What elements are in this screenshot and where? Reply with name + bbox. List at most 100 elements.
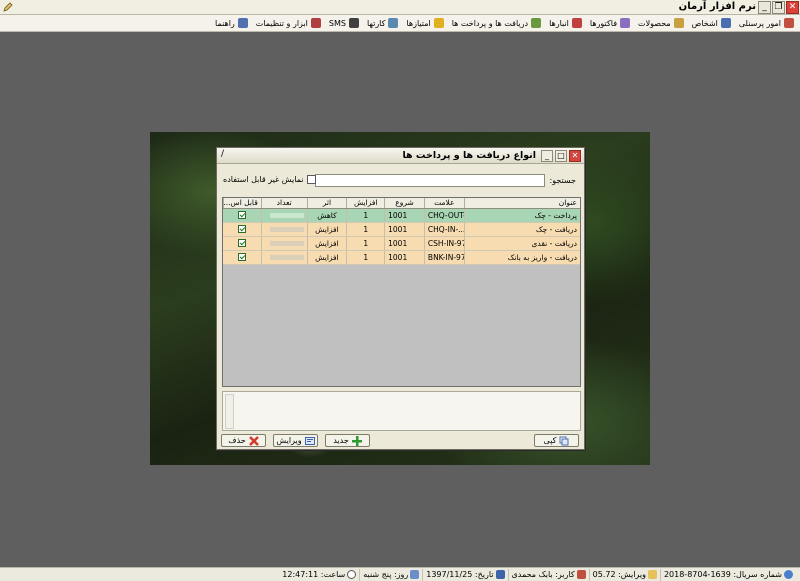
cell-usable[interactable] (223, 209, 261, 222)
cell-increment[interactable]: 1 (346, 209, 384, 222)
table-row[interactable]: دریافت - نقدیCSH-IN-97-10011افزایش (223, 237, 580, 251)
cell-title[interactable]: دریافت - واریز به بانک (463, 251, 580, 264)
table-row[interactable]: دریافت - چک CHQ-IN-... 1001 1 افزایش (223, 223, 580, 237)
show-unused-toggle[interactable]: نمایش غیر قابل استفاده (223, 175, 317, 184)
count-placeholder-bar (269, 241, 304, 246)
calendar-grid-icon (410, 570, 420, 579)
count-placeholder-bar (269, 213, 304, 218)
cell-increment[interactable]: 1 (346, 251, 384, 264)
menu-item-help[interactable]: راهنما (211, 16, 252, 31)
status-weekday: روز: پنج شنبه (359, 568, 422, 581)
menu-item-tools[interactable]: ابزار و تنظیمات (252, 16, 325, 31)
menu-item-persons[interactable]: اشخاص (688, 16, 735, 31)
cell-start[interactable]: 1001 (384, 209, 424, 222)
dialog-close-button[interactable]: ✕ (569, 150, 581, 162)
new-button[interactable]: جدید (325, 434, 370, 447)
sms-icon (348, 18, 359, 28)
cell-title[interactable]: پرداخت - چک (463, 209, 580, 222)
show-unused-checkbox[interactable] (307, 175, 317, 184)
status-time: ساعت: 12:47:11 (279, 569, 359, 581)
cell-count[interactable] (260, 209, 307, 222)
cell-title[interactable]: دریافت - چک (463, 223, 580, 236)
payment-types-dialog: / انواع دریافت ها و پرداخت ها ✕ □ _ جستج… (216, 147, 585, 450)
cell-effect[interactable]: افزایش (306, 223, 347, 236)
copy-icon (559, 436, 569, 446)
edit-button[interactable]: ویرایش (273, 434, 318, 447)
cell-start[interactable]: 1001 (384, 251, 424, 264)
menu-item-people[interactable]: امور پرسنلی (735, 16, 798, 31)
column-header-effect[interactable]: اثر (306, 198, 347, 208)
column-header-increment[interactable]: افزایش (346, 198, 384, 208)
usable-checkbox[interactable] (237, 225, 246, 233)
description-memo[interactable] (222, 391, 581, 431)
delete-button-label: حذف (228, 436, 246, 445)
cell-usable[interactable] (223, 237, 261, 250)
warehouse-icon (571, 18, 582, 28)
cell-increment[interactable]: 1 (346, 237, 384, 250)
dialog-minimize-button[interactable]: _ (541, 150, 553, 162)
column-header-count[interactable]: تعداد (260, 198, 307, 208)
cell-code[interactable]: BNK-IN-97- (423, 251, 464, 264)
menu-bar: امور پرسنلی اشخاص محصولات فاکتورها انبارها در… (0, 15, 800, 32)
help-icon (237, 18, 248, 28)
cell-count[interactable] (260, 237, 307, 250)
cell-increment[interactable]: 1 (346, 223, 384, 236)
usable-checkbox[interactable] (237, 253, 246, 261)
menu-item-label: محصولات (638, 18, 671, 28)
app-restore-button[interactable]: ❐ (772, 1, 785, 14)
menu-item-box[interactable]: محصولات (634, 16, 688, 31)
menu-item-payment[interactable]: دریافت ها و پرداخت ها (448, 16, 545, 31)
count-placeholder-bar (269, 255, 304, 260)
cell-count[interactable] (260, 223, 307, 236)
app-title: نرم افزار آرمان (678, 1, 756, 12)
menu-item-warehouse[interactable]: انبارها (545, 16, 586, 31)
menu-item-card[interactable]: کارتها (363, 16, 402, 31)
menu-item-label: کارتها (366, 18, 386, 28)
cell-start[interactable]: 1001 (384, 237, 424, 250)
memo-scrollbar[interactable] (225, 394, 234, 429)
star-icon (433, 18, 444, 28)
pencil-icon (647, 570, 657, 579)
cell-effect[interactable]: کاهش (306, 209, 347, 222)
dialog-titlebar[interactable]: / انواع دریافت ها و پرداخت ها ✕ □ _ (217, 148, 584, 164)
menu-item-label: ابزار و تنظیمات (255, 18, 308, 28)
column-header-code[interactable]: علامت (423, 198, 464, 208)
table-row[interactable]: پرداخت - چک CHQ-OUT- 1001 1 کاهش (223, 209, 580, 223)
plus-icon (351, 435, 362, 446)
app-close-button[interactable]: ✕ (786, 1, 799, 14)
status-date: تاریخ: 1397/11/25 (422, 568, 507, 581)
column-header-start[interactable]: شروع (384, 198, 424, 208)
types-grid[interactable]: عنوان علامت شروع افزایش اثر تعداد قابل ا… (222, 197, 581, 387)
column-header-usable[interactable]: قابل اس... (223, 198, 261, 208)
menu-item-star[interactable]: امتیازها (402, 16, 447, 31)
usable-checkbox[interactable] (237, 211, 246, 219)
menu-item-sms[interactable]: SMS (325, 16, 363, 31)
usable-checkbox[interactable] (237, 239, 246, 247)
cell-usable[interactable] (223, 251, 261, 264)
delete-button[interactable]: حذف (221, 434, 266, 447)
menu-item-invoice[interactable]: فاکتورها (586, 16, 634, 31)
dialog-maximize-button[interactable]: □ (555, 150, 567, 162)
table-row[interactable]: دریافت - واریز به بانکBNK-IN-97-10011افز… (223, 251, 580, 265)
cell-code[interactable]: CHQ-IN-... (423, 223, 464, 236)
column-header-title[interactable]: عنوان (463, 198, 580, 208)
app-minimize-button[interactable]: _ (758, 1, 771, 14)
cell-code[interactable]: CHQ-OUT- (423, 209, 464, 222)
menu-item-label: امور پرسنلی (738, 18, 781, 28)
cell-start[interactable]: 1001 (384, 223, 424, 236)
clock-icon (347, 570, 357, 579)
menu-item-label: فاکتورها (589, 18, 618, 28)
edit-pencil-icon[interactable] (2, 1, 14, 13)
search-input[interactable] (315, 174, 545, 187)
cell-title[interactable]: دریافت - نقدی (463, 237, 580, 250)
cell-count[interactable] (260, 251, 307, 264)
dialog-corner-mark: / (221, 149, 225, 159)
cell-effect[interactable]: افزایش (306, 237, 347, 250)
cell-effect[interactable]: افزایش (306, 251, 347, 264)
box-icon (673, 18, 684, 28)
copy-button[interactable]: کپی (534, 434, 579, 447)
cell-code[interactable]: CSH-IN-97- (423, 237, 464, 250)
cell-usable[interactable] (223, 223, 261, 236)
status-serial-text: شماره سریال: 1639-8704-2018 (663, 570, 782, 579)
calendar-icon (495, 570, 505, 579)
